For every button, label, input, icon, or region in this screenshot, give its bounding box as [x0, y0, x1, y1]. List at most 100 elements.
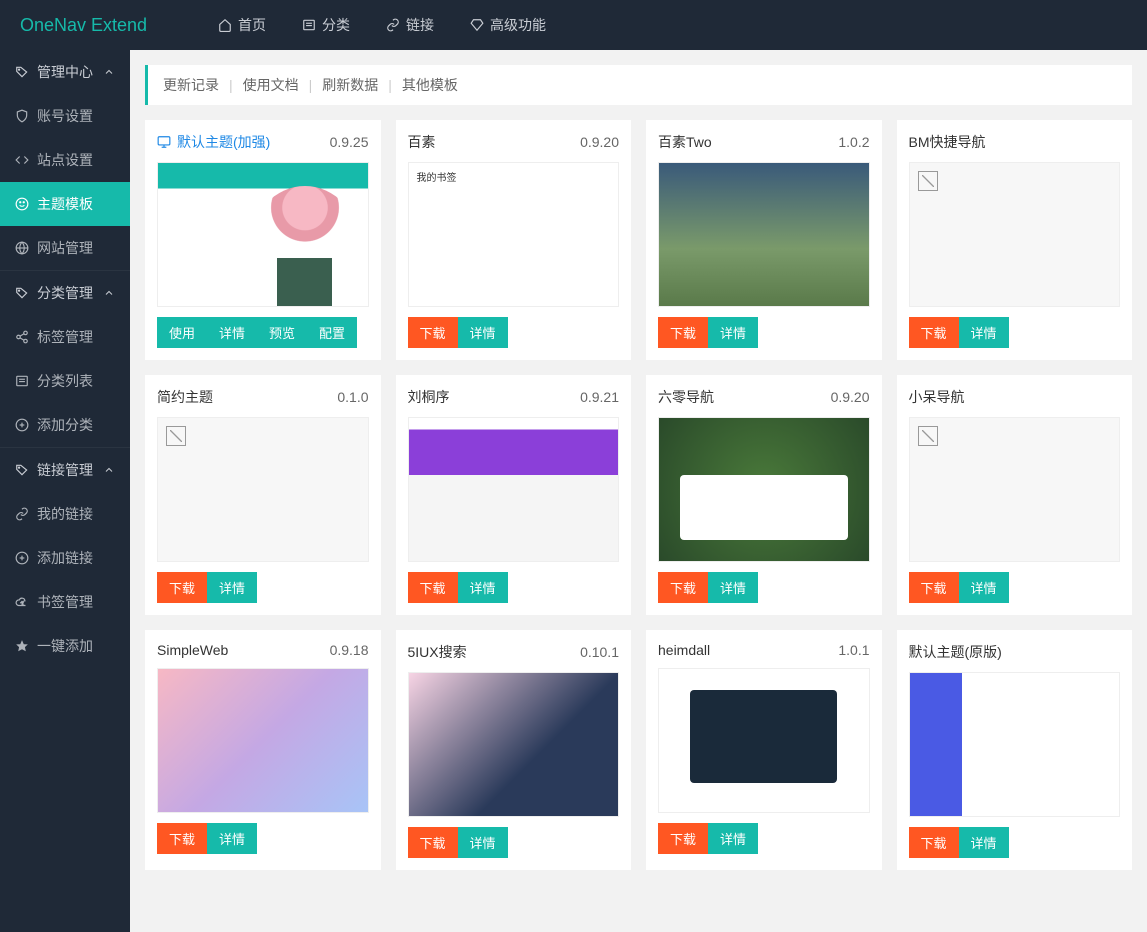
theme-buttons: 下载详情 — [909, 317, 1121, 348]
theme-title: BM快捷导航 — [909, 132, 986, 152]
theme-buttons: 下载详情 — [909, 572, 1121, 603]
theme-thumbnail — [909, 162, 1121, 307]
sidebar-item-1-0[interactable]: 标签管理 — [0, 315, 130, 359]
topnav-link[interactable]: 链接 — [368, 0, 452, 50]
theme-card-head: 刘桐序0.9.21 — [408, 387, 620, 407]
theme-grid: 默认主题(加强)0.9.25使用详情预览配置百素0.9.20下载详情百素Two1… — [145, 120, 1132, 870]
theme-btn-详情[interactable]: 详情 — [458, 317, 508, 348]
sidebar-group-2[interactable]: 链接管理 — [0, 448, 130, 492]
theme-card: 百素Two1.0.2 下载详情 — [646, 120, 882, 360]
theme-btn-下载[interactable]: 下载 — [909, 572, 959, 603]
theme-btn-详情[interactable]: 详情 — [207, 317, 257, 348]
theme-btn-配置[interactable]: 配置 — [307, 317, 357, 348]
theme-btn-下载[interactable]: 下载 — [658, 823, 708, 854]
sidebar-item-label: 标签管理 — [37, 327, 93, 347]
theme-title: 简约主题 — [157, 387, 213, 407]
shield-icon — [15, 109, 29, 123]
theme-title: 百素Two — [658, 132, 712, 152]
theme-version: 0.9.25 — [330, 134, 369, 150]
topnav-label: 首页 — [238, 15, 266, 35]
theme-card-head: 百素Two1.0.2 — [658, 132, 870, 152]
sidebar-item-1-2[interactable]: 添加分类 — [0, 403, 130, 447]
smile-icon — [15, 197, 29, 211]
theme-thumbnail — [157, 417, 369, 562]
theme-thumbnail — [157, 668, 369, 813]
theme-title: 小呆导航 — [909, 387, 965, 407]
theme-card: SimpleWeb0.9.18下载详情 — [145, 630, 381, 870]
tab-1[interactable]: 使用文档 — [243, 75, 299, 95]
theme-card: 百素0.9.20下载详情 — [396, 120, 632, 360]
sidebar-item-2-2[interactable]: 书签管理 — [0, 580, 130, 624]
sidebar-item-label: 网站管理 — [37, 238, 93, 258]
theme-btn-详情[interactable]: 详情 — [708, 823, 758, 854]
broken-image-icon — [166, 426, 186, 446]
theme-btn-使用[interactable]: 使用 — [157, 317, 207, 348]
sidebar-item-1-1[interactable]: 分类列表 — [0, 359, 130, 403]
theme-btn-下载[interactable]: 下载 — [157, 572, 207, 603]
theme-btn-详情[interactable]: 详情 — [959, 572, 1009, 603]
theme-buttons: 下载详情 — [658, 823, 870, 854]
topnav-label: 分类 — [322, 15, 350, 35]
tab-0[interactable]: 更新记录 — [163, 75, 219, 95]
chevron-up-icon — [103, 464, 115, 476]
theme-btn-详情[interactable]: 详情 — [207, 823, 257, 854]
sidebar-group-0[interactable]: 管理中心 — [0, 50, 130, 94]
theme-btn-详情[interactable]: 详情 — [959, 827, 1009, 858]
theme-buttons: 下载详情 — [157, 823, 369, 854]
sidebar-item-2-3[interactable]: 一键添加 — [0, 624, 130, 668]
theme-buttons: 下载详情 — [408, 572, 620, 603]
sidebar-item-label: 账号设置 — [37, 106, 93, 126]
sidebar-item-0-2[interactable]: 主题模板 — [0, 182, 130, 226]
sidebar-item-label: 添加链接 — [37, 548, 93, 568]
topnav-list[interactable]: 分类 — [284, 0, 368, 50]
theme-card-head: BM快捷导航 — [909, 132, 1121, 152]
sidebar-group-label: 管理中心 — [37, 62, 93, 82]
theme-btn-详情[interactable]: 详情 — [708, 572, 758, 603]
theme-thumbnail — [408, 417, 620, 562]
broken-image-icon — [918, 426, 938, 446]
sidebar-item-0-1[interactable]: 站点设置 — [0, 138, 130, 182]
theme-btn-下载[interactable]: 下载 — [658, 317, 708, 348]
theme-card: 六零导航0.9.20下载详情 — [646, 375, 882, 615]
tab-2[interactable]: 刷新数据 — [322, 75, 378, 95]
tag-icon — [15, 463, 29, 477]
theme-btn-下载[interactable]: 下载 — [408, 572, 458, 603]
theme-btn-下载[interactable]: 下载 — [408, 317, 458, 348]
topnav-label: 高级功能 — [490, 15, 546, 35]
theme-btn-预览[interactable]: 预览 — [257, 317, 307, 348]
plus-icon — [15, 551, 29, 565]
tab-3[interactable]: 其他模板 — [402, 75, 458, 95]
theme-card: 默认主题(加强)0.9.25使用详情预览配置 — [145, 120, 381, 360]
theme-btn-详情[interactable]: 详情 — [458, 827, 508, 858]
sidebar-item-2-0[interactable]: 我的链接 — [0, 492, 130, 536]
sidebar-item-label: 书签管理 — [37, 592, 93, 612]
topnav-diamond[interactable]: 高级功能 — [452, 0, 564, 50]
theme-btn-详情[interactable]: 详情 — [207, 572, 257, 603]
sidebar-item-0-0[interactable]: 账号设置 — [0, 94, 130, 138]
theme-version: 0.1.0 — [337, 389, 368, 405]
theme-title: 刘桐序 — [408, 387, 450, 407]
home-icon — [218, 18, 232, 32]
header: OneNav Extend 首页 分类链接 高级功能 — [0, 0, 1147, 50]
sidebar-group-1[interactable]: 分类管理 — [0, 271, 130, 315]
theme-btn-详情[interactable]: 详情 — [708, 317, 758, 348]
theme-btn-下载[interactable]: 下载 — [658, 572, 708, 603]
sidebar-item-2-1[interactable]: 添加链接 — [0, 536, 130, 580]
theme-title: SimpleWeb — [157, 642, 228, 658]
theme-btn-下载[interactable]: 下载 — [909, 827, 959, 858]
theme-btn-详情[interactable]: 详情 — [458, 572, 508, 603]
theme-btn-下载[interactable]: 下载 — [157, 823, 207, 854]
sidebar-item-label: 分类列表 — [37, 371, 93, 391]
main-content: 更新记录|使用文档|刷新数据|其他模板 默认主题(加强)0.9.25使用详情预览… — [130, 50, 1147, 885]
logo[interactable]: OneNav Extend — [0, 15, 200, 36]
topnav-home[interactable]: 首页 — [200, 0, 284, 50]
theme-buttons: 使用详情预览配置 — [157, 317, 369, 348]
broken-image-icon — [918, 171, 938, 191]
theme-thumbnail — [658, 162, 870, 307]
theme-btn-下载[interactable]: 下载 — [408, 827, 458, 858]
theme-btn-下载[interactable]: 下载 — [909, 317, 959, 348]
chevron-up-icon — [103, 66, 115, 78]
sidebar-item-0-3[interactable]: 网站管理 — [0, 226, 130, 270]
theme-btn-详情[interactable]: 详情 — [959, 317, 1009, 348]
theme-title: heimdall — [658, 642, 710, 658]
